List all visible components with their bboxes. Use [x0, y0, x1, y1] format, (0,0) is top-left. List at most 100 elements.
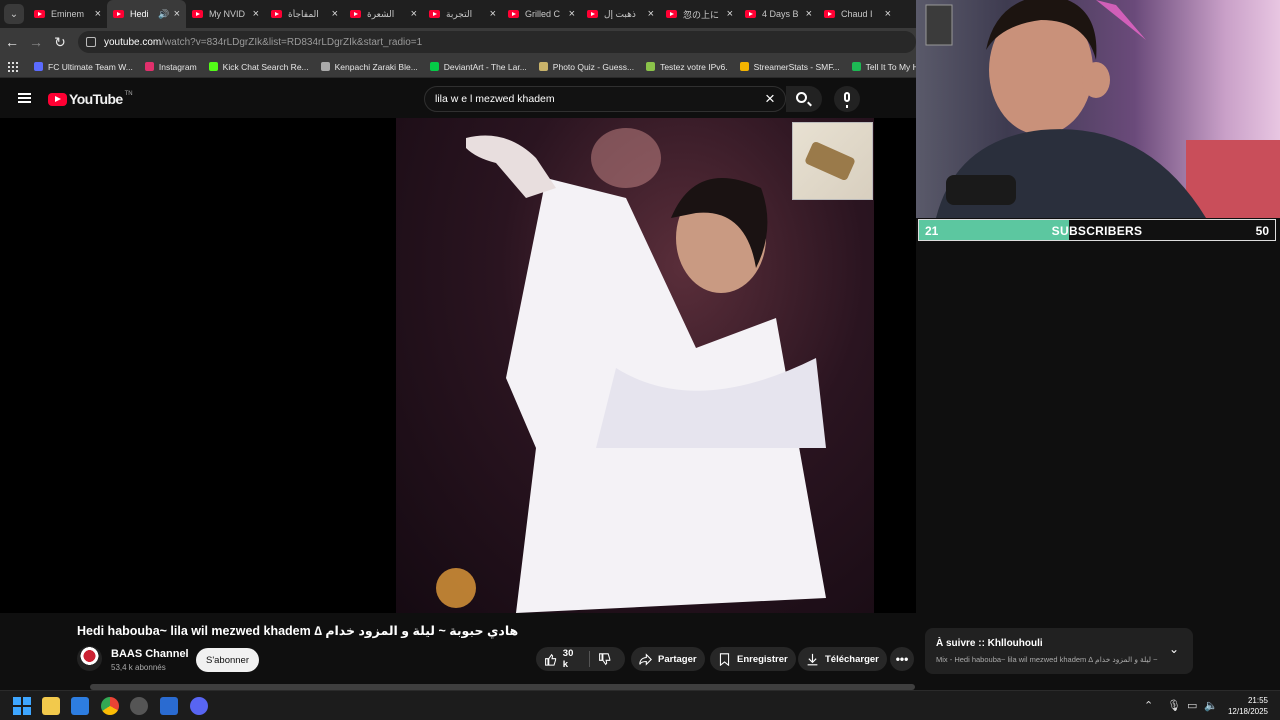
chevron-down-icon[interactable]: ⌄ [1169, 642, 1179, 656]
bookmark-item[interactable]: Instagram [144, 62, 197, 72]
thumbs-down-icon [599, 652, 611, 665]
tab-close-icon[interactable]: × [253, 8, 259, 20]
dislike-button[interactable] [598, 652, 617, 666]
url-path: /watch?v=834rLDgrZIk&list=RD834rLDgrZIk&… [161, 36, 423, 48]
browser-tab[interactable]: المفاجأة × [265, 0, 344, 28]
bookmark-favicon-icon [34, 62, 43, 71]
video-player[interactable] [0, 118, 916, 613]
youtube-header: YouTube TN lila w e l mezwed khadem × [0, 78, 916, 118]
bookmark-favicon-icon [320, 62, 330, 71]
browser-tab[interactable]: 忽の上に × [660, 0, 739, 28]
tab-close-icon[interactable]: × [490, 8, 496, 20]
bookmark-item[interactable]: FC Ultimate Team W... [34, 62, 133, 72]
show-hidden-icons-icon[interactable]: ⌃ [1144, 699, 1153, 712]
bookmark-favicon-icon [429, 62, 439, 71]
browser-tab[interactable]: Grilled C × [502, 0, 581, 28]
channel-avatar[interactable] [77, 646, 102, 671]
browser-tab[interactable]: 4 Days B × [739, 0, 818, 28]
tab-close-icon[interactable]: × [332, 8, 338, 20]
tab-title: ذهبت إل [604, 8, 636, 19]
bookmark-item[interactable]: StreamerStats - SMF... [739, 62, 840, 72]
tab-close-icon[interactable]: × [95, 8, 101, 20]
browser-tab[interactable]: Chaud I × [818, 0, 897, 28]
tab-title: التجربة [446, 8, 473, 19]
address-bar[interactable]: youtube.com/watch?v=834rLDgrZIk&list=RD8… [78, 31, 916, 53]
bookmark-favicon-icon [144, 62, 154, 71]
more-actions-button[interactable]: ••• [890, 647, 914, 671]
bookmark-item[interactable]: Photo Quiz - Guess... [538, 62, 634, 72]
chrome-icon[interactable] [101, 697, 119, 715]
windows-start-icon[interactable] [13, 697, 31, 715]
tab-close-icon[interactable]: × [648, 8, 654, 20]
microphone-icon [844, 92, 850, 108]
site-info-icon[interactable] [86, 37, 96, 47]
tab-close-icon[interactable]: × [885, 8, 891, 20]
like-dislike-group: 30 k [536, 647, 625, 671]
channel-name[interactable]: BAAS Channel [111, 648, 189, 660]
discord-icon[interactable] [190, 697, 208, 715]
tab-search-button[interactable]: ⌄ [4, 4, 24, 24]
bookmark-label: DeviantArt - The Lar... [443, 61, 527, 72]
app-icon[interactable] [130, 697, 148, 715]
tab-close-icon[interactable]: × [569, 8, 575, 20]
address-toolbar: ← → ↻ youtube.com/watch?v=834rLDgrZIk&li… [0, 28, 916, 56]
file-explorer-icon[interactable] [42, 697, 60, 715]
share-button[interactable]: Partager [631, 647, 705, 671]
download-button[interactable]: Télécharger [798, 647, 887, 671]
download-label: Télécharger [825, 653, 879, 665]
browser-tab[interactable]: Eminem × [28, 0, 107, 28]
bookmark-label: Kick Chat Search Re... [222, 61, 309, 72]
bookmark-list: FC Ultimate Team W... Instagram Kick Chat … [34, 62, 958, 72]
volume-icon[interactable]: 🔈 [1204, 699, 1218, 712]
bookmark-item[interactable]: Kick Chat Search Re... [208, 61, 309, 72]
video-frame[interactable] [396, 118, 874, 613]
subscriber-goal-bar: SUBSCRIBERS 21 50 [918, 219, 1276, 241]
apps-grid-icon[interactable] [8, 61, 18, 72]
browser-tab[interactable]: التجربة × [423, 0, 502, 28]
tab-close-icon[interactable]: × [727, 8, 733, 20]
search-button[interactable] [786, 86, 822, 112]
back-button[interactable]: ← [0, 34, 24, 50]
voice-search-button[interactable] [834, 86, 860, 112]
subscriber-count: 53,4 k abonnés [111, 663, 166, 672]
clear-search-icon[interactable]: × [765, 89, 775, 109]
up-next-subtitle: Mix - Hedi habouba~ lila wil mezwed khad… [936, 655, 1160, 664]
browser-tab[interactable]: الشعرة × [344, 0, 423, 28]
youtube-favicon-icon [350, 10, 361, 18]
subscribe-button[interactable]: S'abonner [196, 648, 259, 672]
bookmark-favicon-icon [851, 62, 861, 71]
youtube-favicon-icon [429, 10, 440, 18]
like-button[interactable]: 30 k [544, 648, 581, 670]
bookmark-item[interactable]: DeviantArt - The Lar... [429, 61, 527, 72]
store-icon[interactable] [160, 697, 178, 715]
tab-close-icon[interactable]: × [411, 8, 417, 20]
tab-close-icon[interactable]: × [806, 8, 812, 20]
bookmark-label: FC Ultimate Team W... [48, 61, 133, 72]
like-count: 30 k [562, 648, 574, 670]
tab-audio-icon[interactable]: 🔊 [158, 9, 169, 20]
video-thumbnail-overlay [792, 122, 873, 200]
network-icon[interactable]: ▭ [1187, 699, 1197, 712]
clock-time: 21:55 [1247, 696, 1268, 705]
bookmark-item[interactable]: Kenpachi Zaraki Ble... [320, 62, 418, 72]
system-clock[interactable]: 21:55 12/18/2025 [1224, 695, 1268, 717]
reload-button[interactable]: ↻ [48, 34, 72, 51]
tab-close-icon[interactable]: × [174, 8, 180, 20]
subscriber-goal-label: SUBSCRIBERS [1051, 224, 1143, 238]
bookmark-favicon-icon [538, 62, 548, 71]
save-button[interactable]: Enregistrer [710, 647, 796, 671]
browser-tab[interactable]: Hedi 🔊 × [107, 0, 186, 28]
youtube-favicon-icon [271, 10, 282, 18]
browser-tab[interactable]: ذهبت إل × [581, 0, 660, 28]
search-input[interactable]: lila w e l mezwed khadem × [424, 86, 786, 112]
browser-tab[interactable]: My NVID × [186, 0, 265, 28]
up-next-card[interactable]: À suivre :: Khllouhouli Mix - Hedi habou… [925, 628, 1193, 674]
bookmark-favicon-icon [739, 62, 749, 71]
forward-button[interactable]: → [24, 34, 48, 50]
bookmark-item[interactable]: Testez votre IPv6. [646, 62, 728, 72]
microphone-tray-icon[interactable]: 🎙 [1167, 699, 1181, 712]
youtube-favicon-icon [745, 10, 756, 18]
youtube-logo[interactable]: YouTube TN [48, 91, 133, 107]
menu-icon[interactable] [18, 93, 31, 103]
mail-icon[interactable] [71, 697, 89, 715]
